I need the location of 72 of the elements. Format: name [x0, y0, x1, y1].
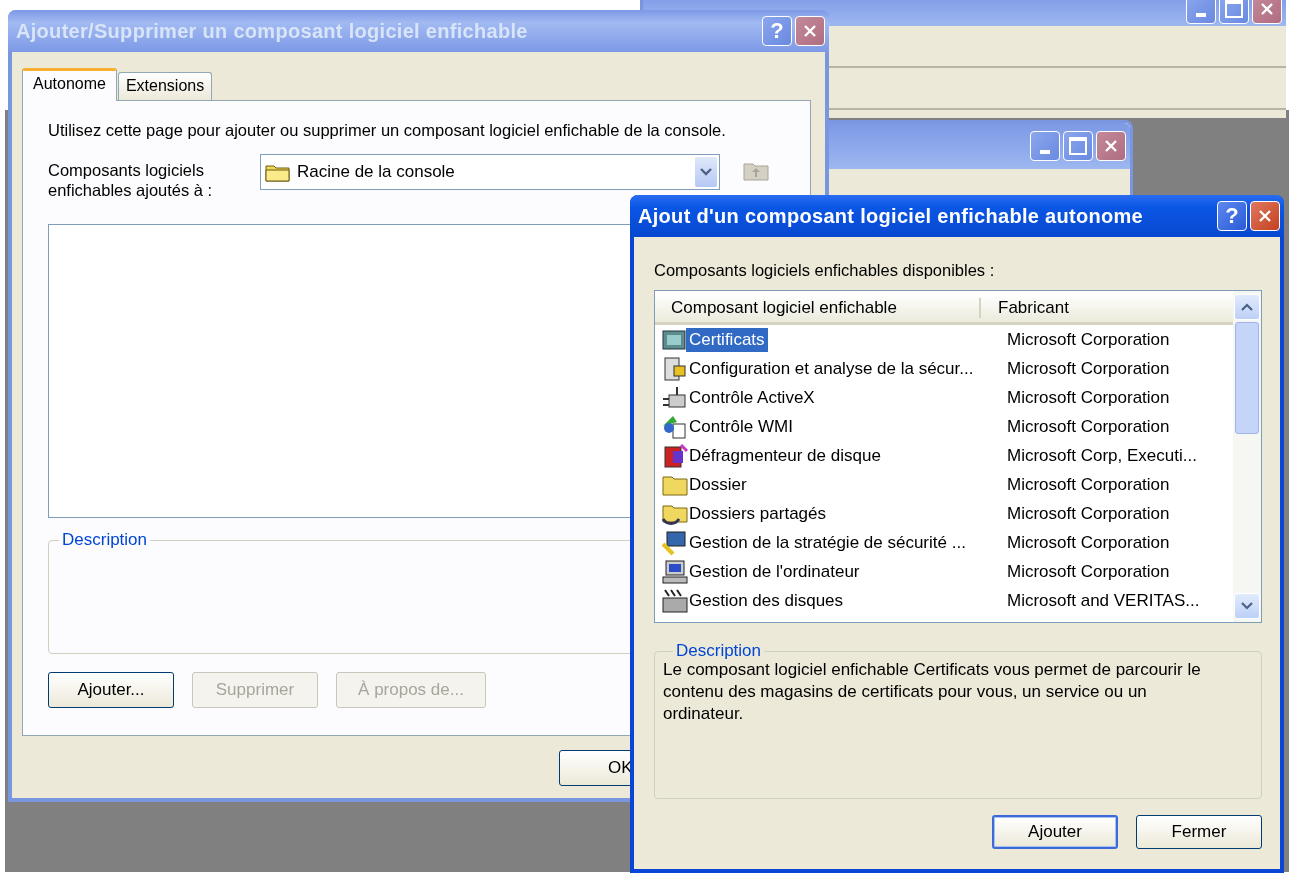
group-title: Description [675, 641, 763, 661]
dialog-button[interactable]: Ajouter [992, 815, 1118, 849]
window-title: Ajout d'un composant logiciel enfichable autonome [638, 204, 1144, 228]
scroll-thumb[interactable] [1235, 322, 1259, 434]
column-header[interactable]: Composant logiciel enfichable [655, 298, 981, 318]
monitor-key-icon [661, 530, 689, 557]
vendor-cell-text: Microsoft Corp, Executi... [1007, 445, 1198, 466]
list-row[interactable]: Certificats Microsoft Corporation [655, 325, 1233, 355]
vendor-cell-text: Microsoft Corporation [1007, 504, 1171, 525]
tab[interactable]: Autonome [22, 68, 117, 101]
close-button[interactable] [1252, 0, 1282, 24]
list-label: Composants logiciels enfichables disponibles : [654, 261, 996, 280]
vendor-cell-text: Microsoft Corporation [1007, 329, 1171, 350]
vendor-cell-text: Microsoft Corporation [1007, 562, 1171, 583]
maximize-button[interactable] [1219, 0, 1249, 24]
action-button[interactable]: Ajouter... [48, 672, 174, 708]
vendor-cell-text: Microsoft Corporation [1007, 533, 1171, 554]
vendor-cell-text: Microsoft and VERITAS... [1007, 591, 1201, 612]
close-button[interactable] [795, 16, 825, 46]
snapin-name: Contrôle ActiveX [688, 386, 816, 409]
folder-icon [265, 162, 291, 182]
snapin-name: Gestion de l'ordinateur [688, 561, 861, 584]
list-row[interactable]: Configuration et analyse de la sécur... Microsoft Corporation [655, 354, 1233, 384]
server-lock-icon [661, 355, 689, 382]
tab[interactable]: Extensions [117, 72, 213, 100]
description-text: Le composant logiciel enfichable Certificats vous permet de parcourir le contenu des magasins de certificats pour vous, un service ou un ordinateur. [663, 659, 1202, 725]
colored-blocks-icon [661, 442, 689, 469]
group-title: Description [61, 530, 149, 550]
snapin-name: Gestion des disques [688, 590, 845, 613]
window-title: Ajouter/Supprimer un composant logiciel enfichable [16, 19, 528, 43]
list-row[interactable]: Gestion des disques Microsoft and VERITAS... [655, 586, 1233, 616]
list-row[interactable]: Dossier Microsoft Corporation [655, 470, 1233, 500]
scroll-up-button[interactable] [1234, 294, 1260, 320]
location-dropdown[interactable]: Racine de la console [260, 154, 720, 190]
close-icon [1258, 209, 1272, 223]
vendor-cell-text: Microsoft Corporation [1007, 358, 1171, 379]
chevron-down-icon [1241, 602, 1253, 610]
close-icon [1260, 2, 1274, 16]
snapin-name: Configuration et analyse de la sécur... [688, 357, 975, 380]
computer-icon [661, 559, 689, 586]
scrollbar[interactable] [1233, 291, 1261, 622]
list-row[interactable]: Dossiers partagés Microsoft Corporation [655, 499, 1233, 529]
instruction-text: Utilisez cette page pour ajouter ou supprimer un composant logiciel enfichable de la console. [48, 121, 727, 140]
list-row[interactable]: Défragmenteur de disque Microsoft Corp, Executi... [655, 441, 1233, 471]
list-row[interactable]: Gestion de l'ordinateur Microsoft Corporation [655, 557, 1233, 587]
close-button[interactable] [1250, 201, 1280, 231]
close-button[interactable] [1096, 131, 1126, 161]
vendor-cell-text: Microsoft Corporation [1007, 416, 1171, 437]
snapin-name: Certificats [686, 327, 768, 352]
snapin-name: Contrôle WMI [688, 415, 794, 438]
column-header[interactable]: Fabricant [981, 298, 1069, 318]
snapin-name: Dossiers partagés [688, 503, 827, 526]
list-row[interactable]: Contrôle WMI Microsoft Corporation [655, 412, 1233, 442]
minimize-button[interactable] [1030, 131, 1060, 161]
close-icon [1104, 139, 1118, 153]
disk-drive-icon [661, 588, 689, 615]
close-icon [803, 24, 817, 38]
minimize-button[interactable] [1186, 0, 1216, 24]
maximize-button[interactable] [1063, 131, 1093, 161]
snapin-name: Dossier [688, 474, 748, 496]
list-row[interactable]: Contrôle ActiveX Microsoft Corporation [655, 383, 1233, 413]
plug-icon [661, 384, 689, 411]
help-button[interactable]: ? [1217, 201, 1247, 231]
dialog-button[interactable]: Fermer [1136, 815, 1262, 849]
snapin-name: Gestion de la stratégie de sécurité ... [688, 532, 967, 555]
snapin-name: Défragmenteur de disque [688, 444, 882, 467]
chevron-up-icon [1241, 303, 1253, 311]
field-label: Composants logiciels enfichables ajoutés à : [48, 160, 214, 200]
vendor-cell-text: Microsoft Corporation [1007, 387, 1171, 408]
list-row[interactable]: Gestion de la stratégie de sécurité ... Microsoft Corporation [655, 528, 1233, 558]
scroll-down-button[interactable] [1234, 593, 1260, 619]
vendor-cell-text: Microsoft Corporation [1007, 475, 1171, 495]
